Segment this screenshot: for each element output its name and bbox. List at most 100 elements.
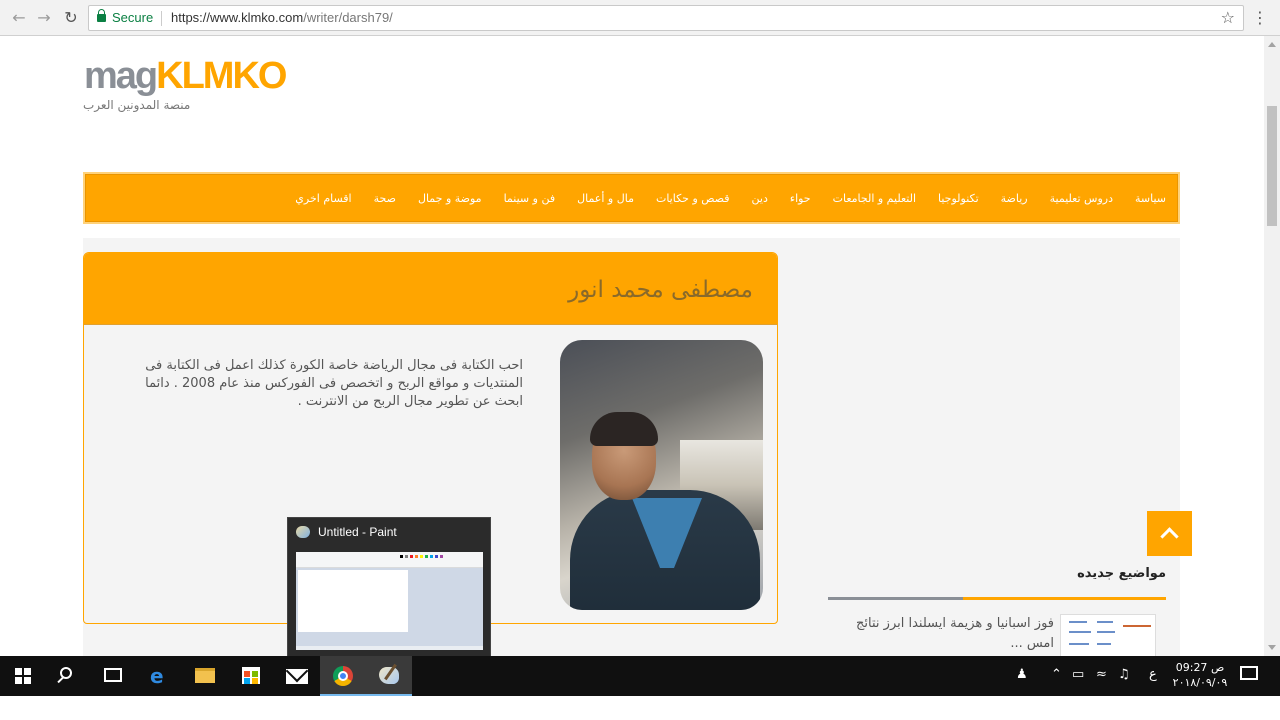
swatch (420, 555, 423, 558)
address-bar[interactable]: Secure https://www.klmko.com/writer/dars… (88, 5, 1244, 31)
search-icon (60, 667, 72, 679)
nav-item[interactable]: موضة و جمال (418, 192, 482, 205)
author-card-header: مصطفى محمد انور (84, 253, 777, 325)
nav-item[interactable]: صحة (374, 192, 396, 205)
browser-toolbar: ← → ↻ Secure https://www.klmko.com/write… (0, 0, 1280, 36)
thumb-line (1069, 621, 1087, 623)
nav-items: سياسة دروس تعليمية رياضة تكنولوجيا التعليم و… (273, 174, 1166, 222)
new-topics-heading: مواضيع جديده (1077, 566, 1166, 581)
thumb-line (1069, 631, 1091, 633)
mail-taskbar-button[interactable] (274, 656, 320, 696)
nav-item[interactable]: سياسة (1135, 192, 1166, 205)
secure-indicator[interactable]: Secure (97, 9, 154, 25)
scroll-down-arrow-icon[interactable] (1268, 645, 1276, 650)
windows-start-icon (15, 668, 31, 684)
url-text[interactable]: https://www.klmko.com/writer/darsh79/ (171, 10, 393, 25)
vertical-scrollbar[interactable] (1264, 36, 1280, 656)
paint-taskbar-button[interactable] (366, 656, 412, 696)
lock-icon (97, 9, 106, 22)
nav-item[interactable]: دروس تعليمية (1050, 192, 1113, 205)
swatch (430, 555, 433, 558)
search-button[interactable] (46, 656, 92, 696)
show-hidden-icons-chevron-icon[interactable]: ⌃ (1051, 668, 1062, 682)
url-host: https://www.klmko.com (171, 10, 304, 25)
author-bio: احب الكتابة فى مجال الرياضة خاصة الكورة … (145, 358, 523, 409)
action-center-icon[interactable] (1240, 666, 1258, 680)
file-explorer-taskbar-button[interactable] (182, 656, 228, 696)
back-arrow-icon[interactable]: ← (8, 7, 30, 29)
thumb-line (1123, 625, 1151, 627)
paint-icon (379, 667, 399, 684)
paint-status-bar (296, 646, 483, 650)
thumb-line (1097, 631, 1115, 633)
swatch (405, 555, 408, 558)
topic-link[interactable]: فوز اسبانيا و هزيمة ايسلندا ابرز نتائج ا… (828, 614, 1054, 654)
swatch (440, 555, 443, 558)
site-tagline: منصة المدونين العرب (83, 98, 191, 112)
paint-preview-thumbnail[interactable] (296, 552, 483, 650)
chrome-icon (333, 666, 353, 686)
nav-item[interactable]: التعليم و الجامعات (833, 192, 916, 205)
input-language[interactable]: ع (1149, 668, 1157, 682)
chrome-taskbar-button[interactable] (320, 656, 366, 696)
wifi-icon[interactable]: ≈ (1096, 668, 1107, 682)
file-explorer-icon (195, 668, 215, 683)
thumb-line (1097, 643, 1111, 645)
paint-ribbon (296, 552, 483, 568)
nav-item[interactable]: تكنولوجيا (938, 192, 979, 205)
new-topics-divider (828, 597, 1166, 600)
paint-window-preview[interactable]: Untitled - Paint (287, 517, 491, 657)
clock-time: 09:27 ص (1175, 661, 1225, 674)
swatch (435, 555, 438, 558)
paint-icon (296, 526, 310, 538)
logo-mag: mag (84, 55, 158, 97)
reload-icon[interactable]: ↻ (60, 7, 82, 29)
author-name: مصطفى محمد انور (568, 277, 753, 303)
thumb-line (1069, 643, 1089, 645)
topic-thumbnail[interactable] (1060, 614, 1156, 656)
paint-preview-title: Untitled - Paint (318, 525, 397, 539)
main-navigation: سياسة دروس تعليمية رياضة تكنولوجيا التعليم و… (83, 172, 1180, 224)
swatch (400, 555, 403, 558)
site-logo[interactable]: magKLMKO (84, 55, 287, 97)
photo-hair (590, 412, 658, 446)
url-path: /writer/darsh79/ (303, 10, 393, 25)
mail-icon (286, 669, 308, 684)
bookmark-star-icon[interactable]: ☆ (1221, 8, 1235, 27)
people-icon[interactable]: ♟ (1016, 668, 1028, 682)
taskbar-clock[interactable]: 09:27 ص ٢٠١٨/٠٩/٠٩ (1170, 660, 1230, 690)
secure-label: Secure (112, 10, 154, 25)
swatch (410, 555, 413, 558)
store-taskbar-button[interactable] (228, 656, 274, 696)
task-view-button[interactable] (90, 656, 136, 696)
swatch (415, 555, 418, 558)
forward-arrow-icon[interactable]: → (33, 7, 55, 29)
task-view-icon (104, 668, 122, 682)
store-icon (242, 667, 260, 684)
edge-icon: e (150, 664, 164, 688)
scroll-up-arrow-icon[interactable] (1268, 42, 1276, 47)
windows-taskbar: e (0, 656, 1280, 696)
edge-taskbar-button[interactable]: e (136, 656, 182, 696)
back-to-top-button[interactable] (1147, 511, 1192, 556)
nav-item[interactable]: اقسام اخري (295, 192, 351, 205)
logo-klmko: KLMKO (156, 55, 287, 97)
browser-menu-icon[interactable]: ⋮ (1252, 7, 1268, 29)
screen-bottom-margin (0, 696, 1280, 720)
page-viewport: magKLMKO منصة المدونين العرب سياسة دروس ت… (0, 36, 1264, 656)
clock-date: ٢٠١٨/٠٩/٠٩ (1172, 676, 1228, 689)
nav-item[interactable]: رياضة (1001, 192, 1028, 205)
nav-item[interactable]: فن و سينما (504, 192, 556, 205)
nav-item[interactable]: مال و أعمال (577, 192, 634, 205)
url-separator (161, 11, 162, 26)
thumb-line (1097, 621, 1113, 623)
nav-item[interactable]: حواء (790, 192, 811, 205)
battery-icon[interactable]: ▭ (1072, 668, 1084, 682)
scroll-thumb[interactable] (1267, 106, 1277, 226)
start-button[interactable] (0, 656, 46, 696)
volume-icon[interactable]: ♫ (1118, 668, 1130, 682)
author-photo (560, 340, 763, 610)
paint-canvas (298, 570, 408, 632)
nav-item[interactable]: دين (752, 192, 768, 205)
nav-item[interactable]: قصص و حكايات (656, 192, 730, 205)
